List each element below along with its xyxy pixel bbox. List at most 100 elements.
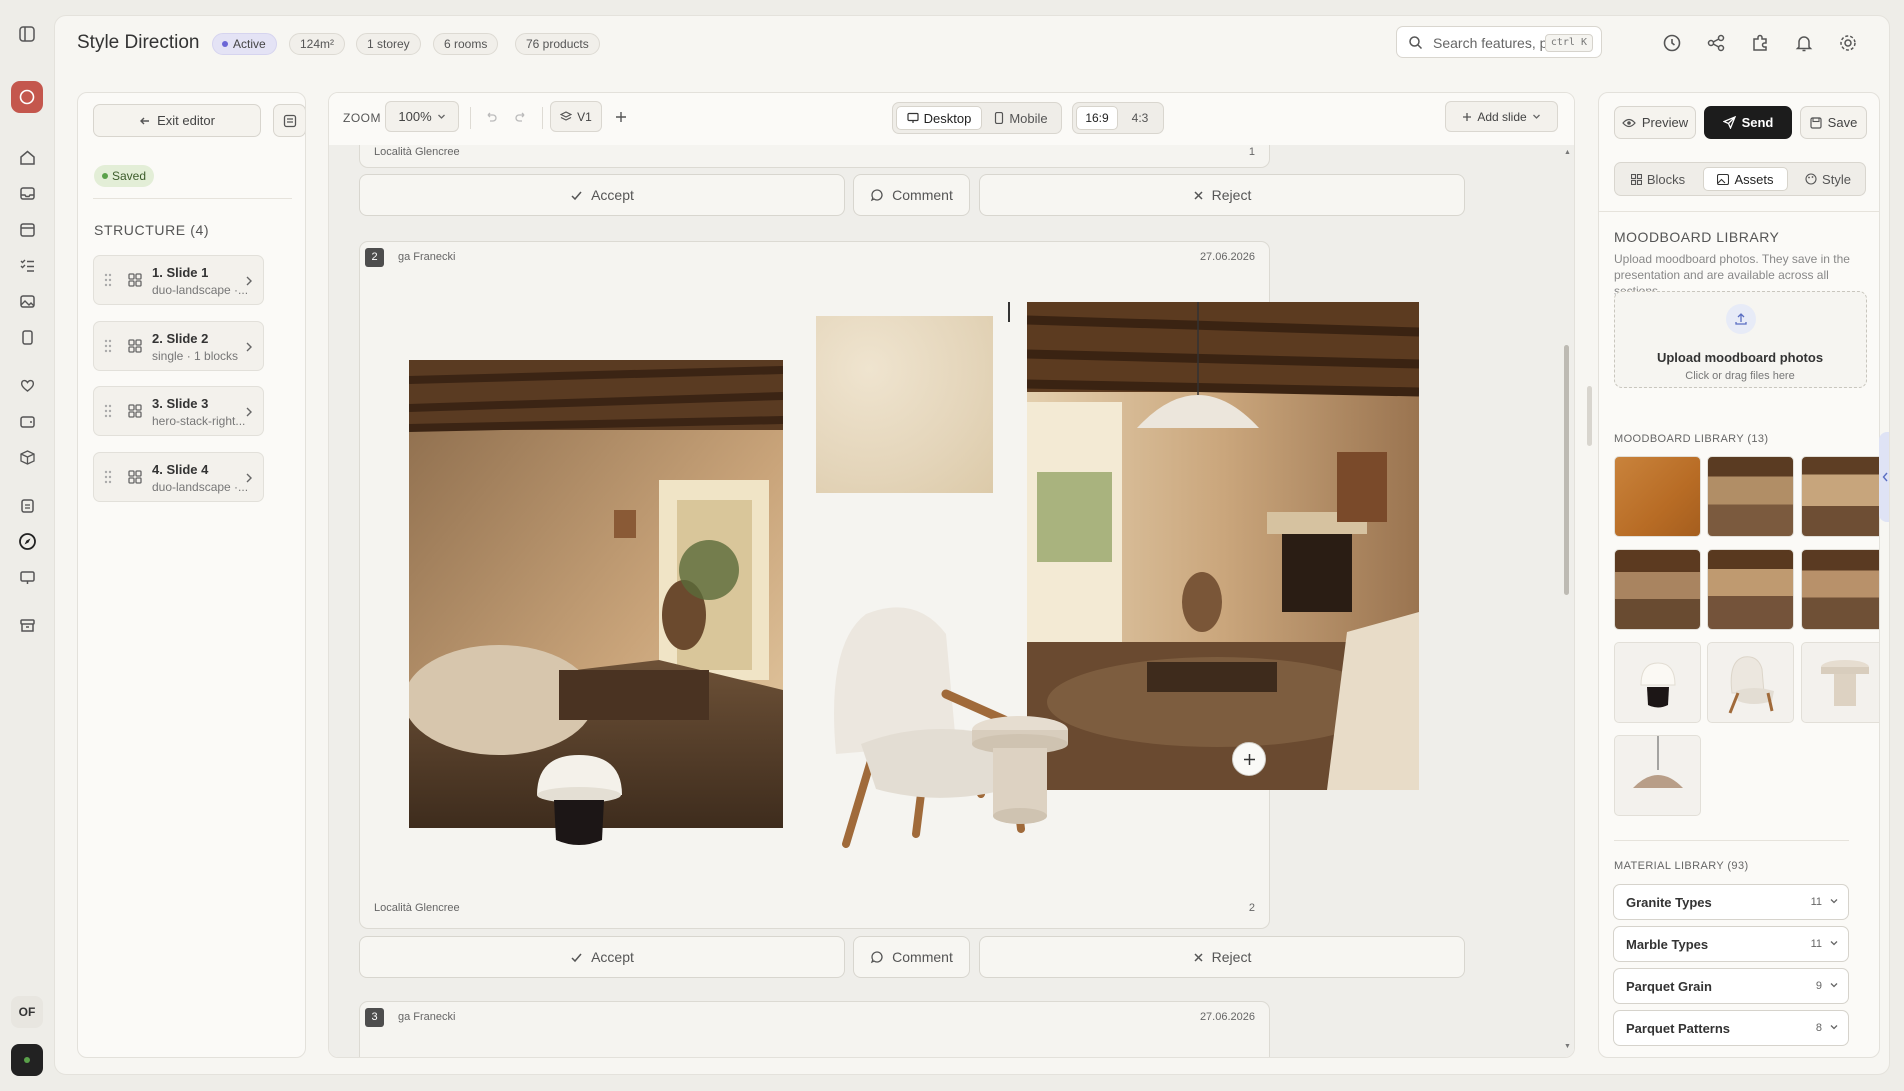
reject-button[interactable]: Reject — [979, 174, 1465, 216]
zoom-value: 100% — [398, 109, 432, 124]
library-thumb-pendant[interactable] — [1614, 735, 1701, 816]
upload-dropzone[interactable]: Upload moodboard photos Click or drag fi… — [1614, 291, 1867, 388]
material-count: 9 — [1815, 980, 1822, 992]
tab-style[interactable]: Style — [1792, 167, 1864, 191]
exit-editor-button[interactable]: Exit editor — [93, 104, 261, 137]
material-library-heading: MATERIAL LIBRARY (93) — [1614, 860, 1749, 872]
moodboard-product-table-lamp[interactable] — [532, 750, 627, 850]
material-row-parquet-grain[interactable]: Parquet Grain 9 — [1613, 968, 1849, 1004]
panel-collapse-handle[interactable] — [1879, 432, 1889, 522]
mobile-tab[interactable]: Mobile — [984, 106, 1058, 130]
brand-logo-icon[interactable] — [11, 81, 43, 113]
sidebar-toggle-icon[interactable] — [15, 22, 39, 46]
assets-scroll-thumb[interactable] — [1587, 386, 1592, 446]
structure-item-slide-2[interactable]: 2. Slide 2 single · 1 blocks — [93, 321, 264, 371]
moodboard-photo-living-room-right[interactable] — [1027, 302, 1419, 790]
tab-assets[interactable]: Assets — [1703, 167, 1788, 191]
library-thumb-interior-2[interactable] — [1801, 456, 1879, 537]
structure-panel: Exit editor Saved STRUCTURE (4) 1. Slide… — [77, 92, 306, 1058]
save-label: Save — [1827, 115, 1858, 130]
puzzle-icon[interactable] — [1749, 32, 1771, 54]
drag-handle-icon[interactable] — [104, 273, 112, 287]
home-icon[interactable] — [15, 145, 39, 169]
add-block-button[interactable] — [1232, 742, 1266, 776]
calendar-icon[interactable] — [15, 217, 39, 241]
rooms-chip: 6 rooms — [433, 33, 499, 55]
library-thumb-side-table[interactable] — [1801, 642, 1879, 723]
library-thumb-interior-3[interactable] — [1614, 549, 1701, 630]
comment-label: Comment — [892, 949, 953, 965]
comment-label: Comment — [892, 187, 953, 203]
moodboard-product-side-table[interactable] — [970, 710, 1070, 825]
moodboard-swatch-plaster[interactable] — [816, 316, 993, 493]
redo-icon[interactable] — [514, 110, 528, 124]
divider — [1614, 840, 1849, 841]
gear-icon[interactable] — [1837, 32, 1859, 54]
divider — [93, 198, 292, 199]
library-thumb-wood[interactable] — [1614, 456, 1701, 537]
save-button[interactable]: Save — [1800, 106, 1867, 139]
slide-canvas[interactable]: Località Glencree 1 Accept Comment Rejec… — [329, 145, 1574, 1057]
history-icon[interactable] — [1661, 32, 1683, 54]
wallet-icon[interactable] — [15, 409, 39, 433]
heart-icon[interactable] — [15, 373, 39, 397]
library-thumb-armchair[interactable] — [1707, 642, 1794, 723]
drag-handle-icon[interactable] — [104, 339, 112, 353]
slide-date: 27.06.2026 — [1199, 251, 1255, 263]
material-row-marble[interactable]: Marble Types 11 — [1613, 926, 1849, 962]
structure-item-slide-4[interactable]: 4. Slide 4 duo-landscape ·... — [93, 452, 264, 502]
library-thumb-interior-5[interactable] — [1801, 549, 1879, 630]
user-avatar[interactable]: OF — [11, 996, 43, 1028]
drag-handle-icon[interactable] — [104, 470, 112, 484]
canvas-scrollbar[interactable]: ▲ ▼ — [1563, 145, 1571, 1057]
slide-card-3[interactable]: 3 ga Franecki 27.06.2026 — [359, 1001, 1270, 1057]
plus-icon — [1243, 753, 1256, 766]
preview-button[interactable]: Preview — [1614, 106, 1696, 139]
inbox-icon[interactable] — [15, 181, 39, 205]
library-thumb-lamp[interactable] — [1614, 642, 1701, 723]
search-input[interactable]: Search features, pr... ctrl K — [1396, 26, 1602, 58]
drag-handle-icon[interactable] — [104, 404, 112, 418]
tab-blocks[interactable]: Blocks — [1618, 167, 1698, 191]
bell-icon[interactable] — [1793, 32, 1815, 54]
box-icon[interactable] — [15, 445, 39, 469]
plus-icon[interactable] — [613, 109, 629, 125]
add-slide-button[interactable]: Add slide — [1445, 101, 1558, 132]
material-row-granite[interactable]: Granite Types 11 — [1613, 884, 1849, 920]
ratio-4-3[interactable]: 4:3 — [1120, 106, 1160, 130]
desktop-tab[interactable]: Desktop — [896, 106, 982, 130]
version-button[interactable]: V1 — [550, 101, 602, 132]
clipboard-icon[interactable] — [15, 493, 39, 517]
reject-button[interactable]: Reject — [979, 936, 1465, 978]
panel-layout-button[interactable] — [273, 104, 305, 137]
storey-chip: 1 storey — [356, 33, 421, 55]
undo-icon[interactable] — [484, 110, 498, 124]
image-icon[interactable] — [15, 289, 39, 313]
checklist-icon[interactable] — [15, 253, 39, 277]
image-icon — [1717, 173, 1730, 185]
ratio-16-9[interactable]: 16:9 — [1076, 106, 1118, 130]
accept-button[interactable]: Accept — [359, 174, 845, 216]
library-thumb-interior-4[interactable] — [1707, 549, 1794, 630]
monitor-star-icon[interactable] — [15, 565, 39, 589]
material-name: Granite Types — [1626, 895, 1712, 910]
device-icon[interactable] — [15, 325, 39, 349]
check-icon — [570, 189, 583, 202]
send-button[interactable]: Send — [1704, 106, 1792, 139]
comment-button[interactable]: Comment — [853, 174, 970, 216]
zoom-select[interactable]: 100% — [385, 101, 459, 132]
compass-icon[interactable] — [15, 529, 39, 553]
library-thumb-interior-1[interactable] — [1707, 456, 1794, 537]
archive-icon[interactable] — [15, 613, 39, 637]
share-icon[interactable] — [1705, 32, 1727, 54]
structure-item-slide-1[interactable]: 1. Slide 1 duo-landscape ·... — [93, 255, 264, 305]
slide-card-2[interactable]: 2 ga Franecki 27.06.2026 Località Glencr… — [359, 241, 1419, 929]
status-indicator[interactable] — [11, 1044, 43, 1076]
material-row-parquet-patterns[interactable]: Parquet Patterns 8 — [1613, 1010, 1849, 1046]
chevron-right-icon — [245, 472, 253, 484]
comment-button[interactable]: Comment — [853, 936, 970, 978]
structure-item-slide-3[interactable]: 3. Slide 3 hero-stack-right... — [93, 386, 264, 436]
slide-page-number: 2 — [1248, 902, 1255, 914]
desktop-label: Desktop — [923, 110, 972, 126]
accept-button[interactable]: Accept — [359, 936, 845, 978]
